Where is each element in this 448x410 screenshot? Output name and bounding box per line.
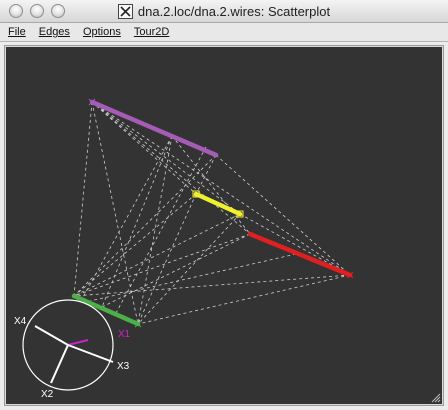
axis-x3-label: X3 (117, 361, 130, 372)
menu-bar: File Edges Options Tour2D (0, 23, 448, 42)
menu-file[interactable]: File (3, 26, 31, 38)
scatterplot-canvas[interactable]: X1 X2 X3 X4 (6, 47, 442, 404)
point-markers (88, 98, 354, 328)
axis-x1-line (67, 339, 89, 346)
axis-x4-line (34, 325, 69, 346)
edge-lines (73, 101, 351, 325)
window-title-group: dna.2.loc/dna.2.wires: Scatterplot (0, 3, 448, 20)
resize-grip-icon[interactable] (429, 391, 441, 403)
scatterplot-window: dna.2.loc/dna.2.wires: Scatterplot File … (0, 0, 448, 410)
axis-x3-line (67, 344, 114, 363)
x11-icon (117, 4, 133, 19)
menu-tour2d[interactable]: Tour2D (129, 26, 174, 38)
plot-frame: X1 X2 X3 X4 (4, 45, 444, 406)
menu-options[interactable]: Options (78, 26, 126, 38)
purple-segment (89, 99, 219, 158)
red-segment (247, 231, 353, 278)
window-title: dna.2.loc/dna.2.wires: Scatterplot (137, 4, 331, 19)
colored-segments (71, 99, 353, 327)
menu-edges[interactable]: Edges (34, 26, 75, 38)
axis-x2-label: X2 (41, 389, 54, 400)
scatterplot-svg[interactable]: X1 X2 X3 X4 (6, 47, 442, 404)
axis-x2-line (50, 344, 69, 384)
axis-x1-label: X1 (118, 329, 131, 340)
axis-x4-label: X4 (14, 316, 27, 327)
title-bar[interactable]: dna.2.loc/dna.2.wires: Scatterplot (0, 0, 448, 23)
